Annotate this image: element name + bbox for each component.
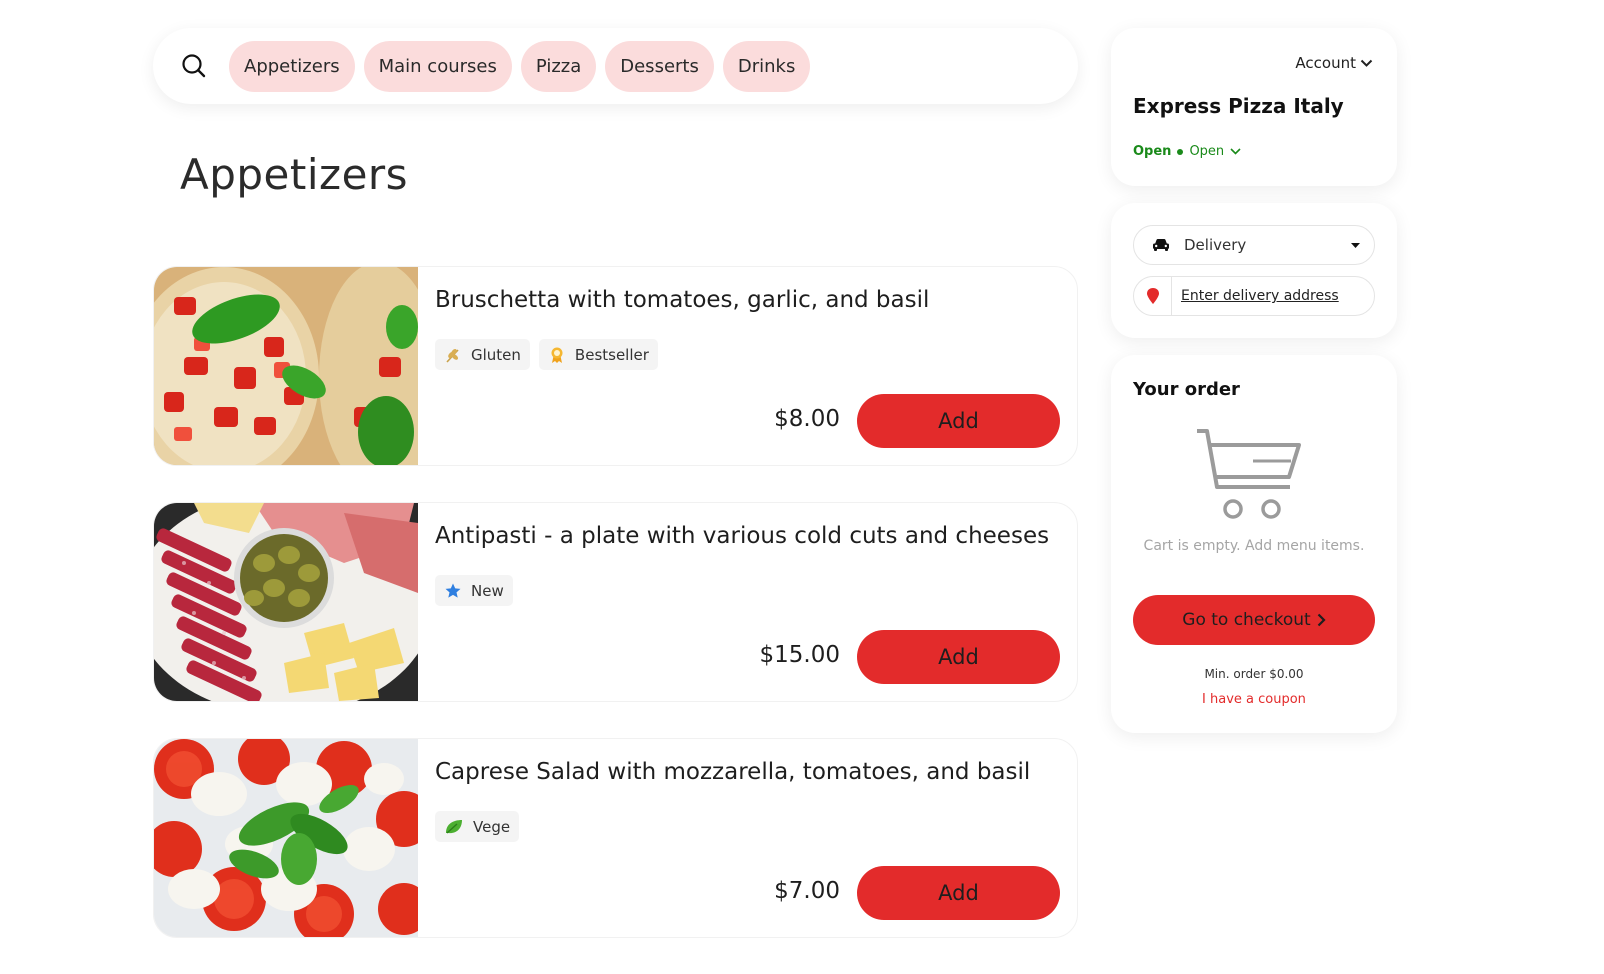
- delivery-address-link: Enter delivery address: [1181, 288, 1339, 304]
- chevron-down-icon: [1230, 148, 1241, 155]
- add-to-cart-button[interactable]: Add: [857, 630, 1060, 684]
- restaurant-card: Account Express Pizza Italy Open Open: [1111, 28, 1397, 186]
- badge-bestseller: Bestseller: [538, 339, 658, 370]
- antipasti-image: [154, 503, 418, 701]
- delivery-mode-select[interactable]: Delivery: [1133, 225, 1375, 265]
- account-label: Account: [1295, 54, 1356, 72]
- menu-item-name: Caprese Salad with mozzarella, tomatoes,…: [435, 759, 1031, 785]
- category-bar: Appetizers Main courses Pizza Desserts D…: [153, 28, 1078, 104]
- delivery-mode-label: Delivery: [1184, 236, 1247, 254]
- status-dot-icon: [1177, 148, 1184, 155]
- delivery-card: Delivery Enter delivery address: [1111, 203, 1397, 338]
- badge-label: New: [471, 581, 504, 600]
- delivery-address-field[interactable]: Enter delivery address: [1133, 276, 1375, 316]
- menu-item-price: $15.00: [759, 642, 840, 668]
- menu-item-price: $8.00: [774, 406, 840, 432]
- caret-down-icon: [1351, 242, 1360, 248]
- menu-item-badges: New: [435, 575, 1060, 606]
- bruschetta-image: [154, 267, 418, 465]
- order-card: Your order Cart is empty. Add menu items…: [1111, 355, 1397, 733]
- account-menu[interactable]: Account: [1295, 54, 1373, 72]
- category-tab-appetizers[interactable]: Appetizers: [229, 40, 355, 92]
- checkout-label: Go to checkout: [1182, 610, 1311, 630]
- menu-item-body: Bruschetta with tomatoes, garlic, and ba…: [418, 267, 1077, 465]
- wheat-icon: [446, 348, 459, 363]
- car-icon: [1153, 239, 1169, 251]
- opening-status: Open Open: [1133, 144, 1241, 159]
- checkout-button[interactable]: Go to checkout: [1133, 595, 1375, 645]
- badge-gluten: Gluten: [435, 339, 530, 370]
- status-dropdown[interactable]: Open: [1189, 144, 1241, 159]
- badge-vege: Vege: [435, 811, 520, 842]
- caprese-image: [154, 739, 418, 937]
- search-icon: [182, 54, 206, 78]
- menu-item-price: $7.00: [774, 878, 840, 904]
- address-pin: [1134, 277, 1172, 315]
- cart-empty-message: Cart is empty. Add menu items.: [1143, 538, 1365, 554]
- award-icon: [551, 347, 563, 363]
- menu-item-name: Antipasti - a plate with various cold cu…: [435, 523, 1050, 549]
- badge-label: Vege: [473, 817, 511, 836]
- badge-label: Gluten: [471, 345, 521, 364]
- category-tab-main-courses[interactable]: Main courses: [363, 40, 512, 92]
- menu-item-card: Caprese Salad with mozzarella, tomatoes,…: [153, 738, 1078, 938]
- min-order-text: Min. order $0.00: [1204, 667, 1304, 681]
- category-tab-pizza[interactable]: Pizza: [520, 40, 597, 92]
- menu-item-name: Bruschetta with tomatoes, garlic, and ba…: [435, 287, 930, 313]
- add-to-cart-button[interactable]: Add: [857, 394, 1060, 448]
- category-tab-drinks[interactable]: Drinks: [722, 40, 811, 92]
- chevron-down-icon: [1360, 59, 1373, 67]
- badge-label: Bestseller: [574, 345, 649, 364]
- star-icon: [445, 583, 461, 598]
- menu-item-card: Bruschetta with tomatoes, garlic, and ba…: [153, 266, 1078, 466]
- menu-item-body: Caprese Salad with mozzarella, tomatoes,…: [418, 739, 1077, 937]
- add-to-cart-button[interactable]: Add: [857, 866, 1060, 920]
- badge-new: New: [435, 575, 513, 606]
- shopping-cart-icon: [1197, 429, 1301, 519]
- menu-list: Bruschetta with tomatoes, garlic, and ba…: [153, 266, 1078, 974]
- menu-item-badges: Vege: [435, 811, 1060, 842]
- status-selected: Open: [1189, 144, 1225, 159]
- category-tab-desserts[interactable]: Desserts: [605, 40, 714, 92]
- order-title: Your order: [1133, 379, 1240, 400]
- map-pin-icon: [1146, 288, 1159, 304]
- menu-item-badges: Gluten Bestseller: [435, 339, 1060, 370]
- section-title: Appetizers: [180, 150, 409, 199]
- menu-item-card: Antipasti - a plate with various cold cu…: [153, 502, 1078, 702]
- page: Appetizers Main courses Pizza Desserts D…: [0, 0, 1604, 974]
- category-tabs: Appetizers Main courses Pizza Desserts D…: [229, 40, 811, 92]
- chevron-right-icon: [1317, 613, 1326, 627]
- menu-item-body: Antipasti - a plate with various cold cu…: [418, 503, 1077, 701]
- status-label: Open: [1133, 144, 1172, 159]
- leaf-icon: [446, 819, 462, 834]
- restaurant-name: Express Pizza Italy: [1133, 94, 1344, 118]
- coupon-link[interactable]: I have a coupon: [1111, 692, 1397, 707]
- search-button[interactable]: [179, 51, 209, 81]
